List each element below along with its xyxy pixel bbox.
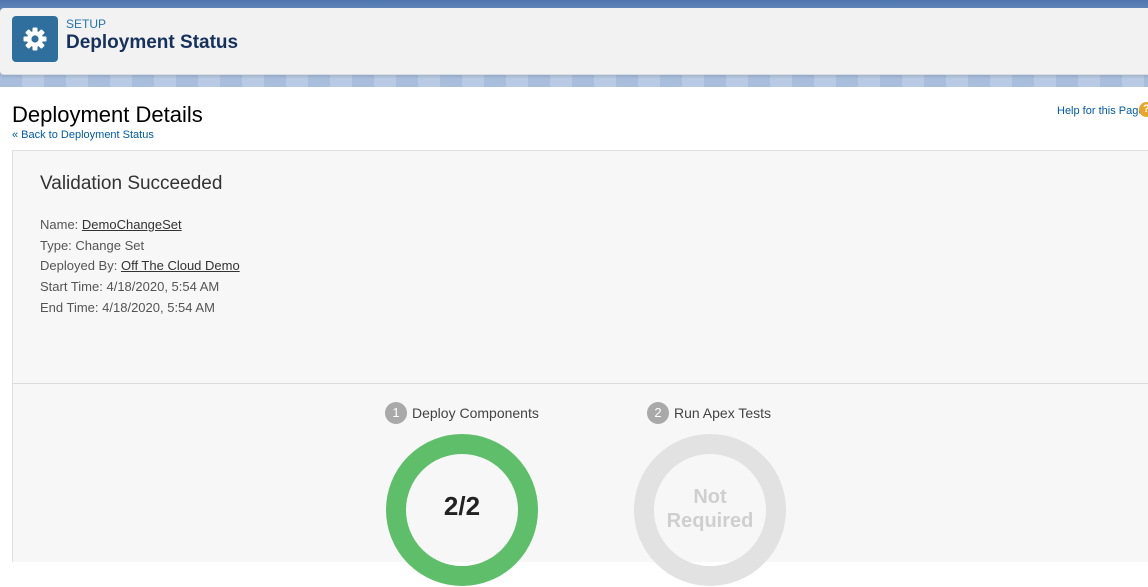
end-time-label: End Time: [40, 299, 99, 315]
info-deployed-by-row: Deployed By: Off The Cloud Demo [40, 256, 240, 277]
page-header: SETUP Deployment Status [0, 8, 1148, 75]
step-number-badge: 2 [647, 402, 669, 424]
info-end-time-row: End Time: 4/18/2020, 5:54 AM [40, 298, 240, 319]
step-number-badge: 1 [385, 402, 407, 424]
type-label: Type: [40, 237, 72, 253]
start-time-value: 4/18/2020, 5:54 AM [106, 279, 220, 295]
help-for-this-page-link[interactable]: Help for this Page [1057, 105, 1144, 117]
banner-pattern [0, 74, 1148, 87]
setup-icon-box [12, 16, 58, 62]
gear-icon [23, 27, 47, 51]
deployment-info: Name: DemoChangeSet Type: Change Set Dep… [40, 215, 240, 319]
deployed-by-label: Deployed By: [40, 258, 118, 274]
page-title: Deployment Details [12, 102, 203, 127]
deployment-status-title: Validation Succeeded [40, 173, 223, 194]
type-value: Change Set [75, 237, 145, 253]
step-deploy-components: 1 Deploy Components [385, 402, 539, 424]
step-label: Run Apex Tests [674, 405, 772, 421]
end-time-value: 4/18/2020, 5:54 AM [102, 299, 215, 315]
section-divider [13, 383, 1148, 384]
header-eyebrow: SETUP [66, 17, 107, 31]
deploy-components-count: 2/2 [443, 491, 481, 521]
step-label: Deploy Components [412, 405, 539, 421]
name-label: Name: [40, 217, 79, 232]
deployed-by-user-link[interactable]: Off The Cloud Demo [121, 258, 240, 273]
run-apex-tests-status: Not Required [633, 485, 787, 533]
deployment-detail-panel: Validation Succeeded Name: DemoChangeSet… [12, 150, 1148, 586]
back-to-deployment-status-link[interactable]: « Back to Deployment Status [12, 129, 154, 141]
info-start-time-row: Start Time: 4/18/2020, 5:54 AM [40, 277, 240, 298]
header-title: Deployment Status [66, 32, 239, 53]
start-time-label: Start Time: [40, 279, 103, 295]
question-icon[interactable]: ? [1139, 102, 1148, 117]
step-run-apex-tests: 2 Run Apex Tests [647, 402, 771, 424]
status-line-1: Not [693, 486, 727, 508]
change-set-name-link[interactable]: DemoChangeSet [82, 217, 182, 232]
info-type-row: Type: Change Set [40, 236, 240, 257]
status-line-2: Required [666, 510, 754, 532]
info-name-row: Name: DemoChangeSet [40, 215, 240, 236]
page-body: Deployment Details « Back to Deployment … [0, 87, 1148, 586]
